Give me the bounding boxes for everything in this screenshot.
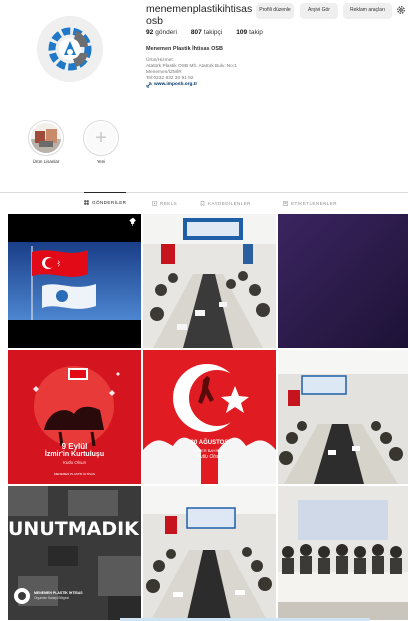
post-thumbnail-purple[interactable] bbox=[278, 214, 408, 348]
earthquake-title: UNUTMADIK! bbox=[8, 518, 141, 540]
victory-caption-kutlu: Kutlu Olsun bbox=[196, 454, 223, 460]
earthquake-brand-line2: Organize Sanayi Bölgesi bbox=[34, 596, 69, 600]
link-icon bbox=[146, 82, 152, 88]
highlight-item[interactable]: Ürün Lisanlar bbox=[26, 120, 66, 164]
post-thumbnail-meeting-room[interactable] bbox=[143, 214, 276, 348]
profile-full-name: Menemen Plastik İhtisas OSB bbox=[146, 46, 224, 52]
profile-tabs: GÖNDERİLER REELS KAYDEDİLENLER ETİKETLEN… bbox=[0, 192, 408, 212]
tab-saved[interactable]: KAYDEDİLENLER bbox=[200, 193, 251, 213]
new-highlight-button[interactable]: + Yeni bbox=[81, 120, 121, 164]
pin-icon bbox=[129, 218, 136, 226]
tag-person-icon bbox=[283, 200, 288, 206]
post-thumbnail-earthquake-memorial[interactable]: UNUTMADIK! MENEMEN PLASTİK İHTİSAS Organ… bbox=[8, 486, 141, 620]
osb-logo-icon bbox=[37, 16, 103, 82]
posts-count[interactable]: 92 gönderi bbox=[146, 29, 177, 36]
profile-bio: Menemen Plastik İhtisas OSB Ürün/Hizmet … bbox=[146, 46, 276, 88]
victory-caption-holiday: ZAFER BAYRAMI bbox=[193, 448, 226, 453]
post-thumbnail-victory-day[interactable]: 30 AĞUSTOS ZAFER BAYRAMI Kutlu Olsun bbox=[143, 350, 276, 484]
plus-icon: + bbox=[86, 123, 116, 153]
reels-icon bbox=[152, 200, 157, 206]
bookmark-icon bbox=[200, 200, 205, 206]
profile-stats: 92 gönderi 807 takipçi 109 takip bbox=[146, 29, 263, 36]
izmir-brand: MENEMEN PLASTİK İHTİSAS bbox=[53, 472, 95, 476]
profile-website-link[interactable]: www.imposb.org.tr bbox=[146, 82, 276, 88]
izmir-caption-title: 9 Eylül bbox=[61, 442, 88, 451]
highlight-label: Ürün Lisanlar bbox=[32, 159, 60, 164]
post-thumbnail-conference[interactable] bbox=[278, 350, 408, 484]
edit-profile-button[interactable]: Profili düzenle bbox=[256, 3, 294, 19]
grid-icon bbox=[84, 200, 89, 205]
izmir-caption-kutlu: Kutlu Olsun bbox=[62, 460, 87, 465]
earthquake-brand-line1: MENEMEN PLASTİK İHTİSAS bbox=[34, 591, 83, 595]
view-archive-button[interactable]: Arşivi Gör bbox=[300, 3, 338, 19]
post-thumbnail-flags[interactable] bbox=[8, 214, 141, 348]
tab-tagged[interactable]: ETİKETLENENLER bbox=[283, 193, 337, 213]
post-thumbnail-board-meeting[interactable] bbox=[143, 486, 276, 620]
tab-posts[interactable]: GÖNDERİLER bbox=[84, 192, 127, 212]
followers-count[interactable]: 807 takipçi bbox=[191, 29, 222, 36]
profile-avatar[interactable] bbox=[37, 16, 103, 82]
tab-reels[interactable]: REELS bbox=[152, 193, 177, 213]
highlight-label: Yeni bbox=[96, 159, 106, 164]
following-count[interactable]: 109 takip bbox=[236, 29, 263, 36]
izmir-caption-subtitle: İzmir'in Kurtuluşu bbox=[44, 451, 105, 458]
post-thumbnail-group-table[interactable] bbox=[278, 486, 408, 620]
settings-gear-icon[interactable] bbox=[396, 5, 406, 15]
profile-username: menemenplastikihtisasosb bbox=[146, 3, 253, 27]
profile-header: menemenplastikihtisasosb Profili düzenle… bbox=[0, 0, 408, 190]
victory-caption-date: 30 AĞUSTOS bbox=[190, 440, 229, 446]
highlight-cover bbox=[31, 123, 61, 153]
post-thumbnail-izmir-liberation[interactable]: 9 Eylül İzmir'in Kurtuluşu Kutlu Olsun M… bbox=[8, 350, 141, 484]
ad-tools-button[interactable]: Reklam araçları bbox=[343, 3, 392, 19]
